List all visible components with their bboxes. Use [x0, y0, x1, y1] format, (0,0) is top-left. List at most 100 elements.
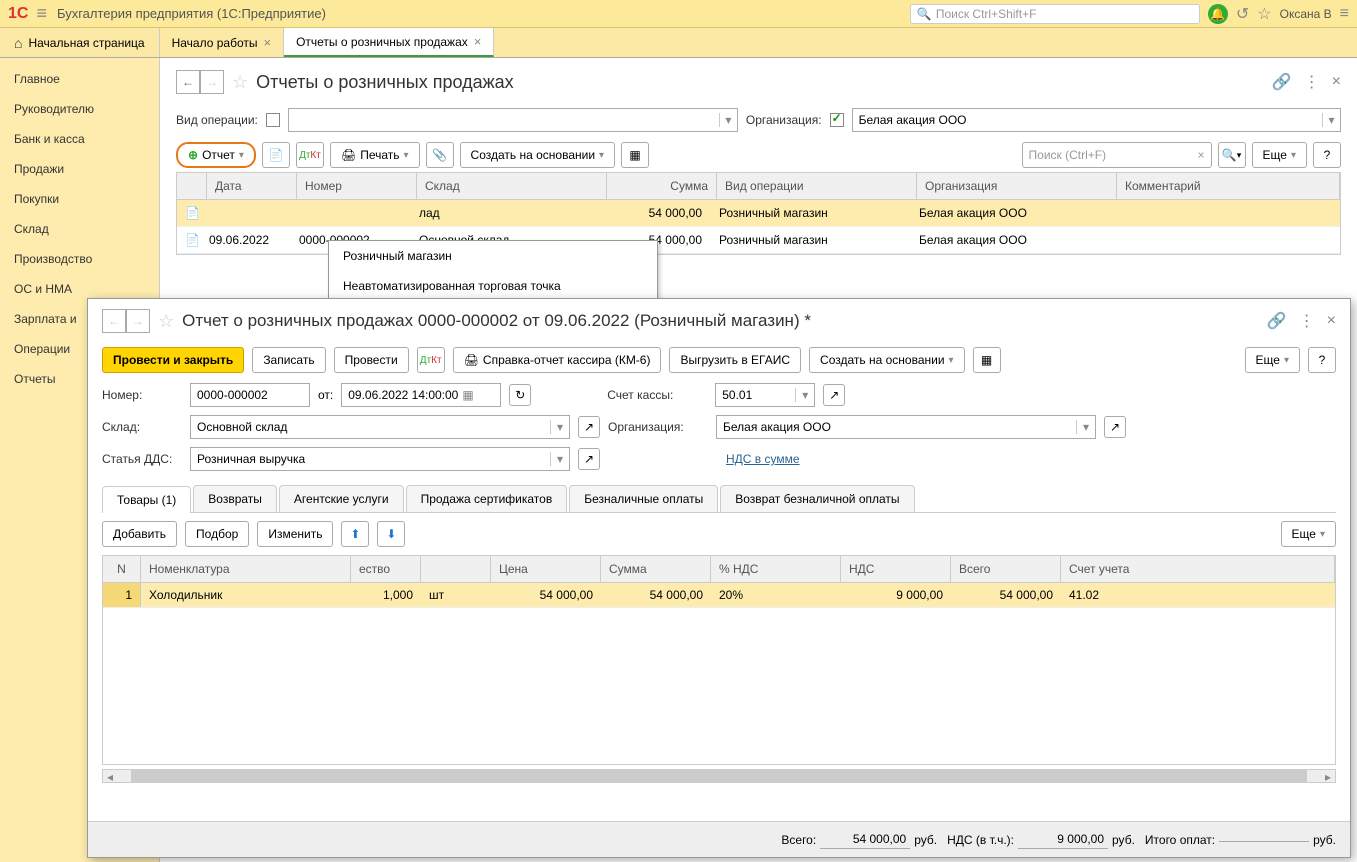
hamburger-icon[interactable]: ≡	[36, 3, 47, 24]
egais-button[interactable]: Выгрузить в ЕГАИС	[669, 347, 801, 373]
structure-button[interactable]: ▦	[621, 142, 649, 168]
global-search[interactable]: 🔍 Поиск Ctrl+Shift+F	[910, 4, 1200, 24]
back-button[interactable]: ←	[176, 70, 200, 94]
filter-org-checkbox[interactable]	[830, 113, 844, 127]
dtkt-button[interactable]: ДтКт	[296, 142, 324, 168]
col-unit[interactable]	[421, 556, 491, 582]
input-org[interactable]: Белая акация ООО▾	[716, 415, 1096, 439]
filter-operation-checkbox[interactable]	[266, 113, 280, 127]
create-based-button[interactable]: Создать на основании ▾	[460, 142, 616, 168]
grid-col-wh[interactable]: Склад	[417, 173, 607, 199]
help-button[interactable]: ?	[1308, 347, 1336, 373]
print-button[interactable]: 🖨 Печать ▾	[330, 142, 420, 168]
tab-home[interactable]: ⌂ Начальная страница	[0, 28, 160, 57]
open-button[interactable]: ↗	[578, 416, 600, 438]
post-button[interactable]: Провести	[334, 347, 409, 373]
col-nom[interactable]: Номенклатура	[141, 556, 351, 582]
move-up-button[interactable]: ⬆	[341, 521, 369, 547]
horizontal-scrollbar[interactable]: ◂▸	[102, 769, 1336, 783]
kebab-icon[interactable]: ⋮	[1304, 72, 1320, 92]
post-close-button[interactable]: Провести и закрыть	[102, 347, 244, 373]
link-icon[interactable]: 🔗	[1267, 311, 1287, 331]
col-price[interactable]: Цена	[491, 556, 601, 582]
filter-org-combo[interactable]: Белая акация ООО▾	[852, 108, 1341, 132]
col-nds[interactable]: НДС	[841, 556, 951, 582]
structure-button[interactable]: ▦	[973, 347, 1001, 373]
favorite-icon[interactable]: ☆	[232, 72, 248, 93]
user-name[interactable]: Оксана В	[1280, 7, 1332, 21]
nav-production[interactable]: Производство	[0, 244, 159, 274]
close-modal-icon[interactable]: ×	[1327, 312, 1336, 330]
tab-cashless-return[interactable]: Возврат безналичной оплаты	[720, 485, 914, 512]
grid-col-oper[interactable]: Вид операции	[717, 173, 917, 199]
forward-button[interactable]: →	[200, 70, 224, 94]
dtkt-button[interactable]: ДтКт	[417, 347, 445, 373]
col-ndspct[interactable]: % НДС	[711, 556, 841, 582]
grid-search[interactable]: Поиск (Ctrl+F) ×	[1022, 142, 1212, 168]
col-sum[interactable]: Сумма	[601, 556, 711, 582]
select-button[interactable]: Подбор	[185, 521, 249, 547]
grid-col-org[interactable]: Организация	[917, 173, 1117, 199]
find-button[interactable]: 🔍▾	[1218, 142, 1246, 168]
more-button[interactable]: Еще ▾	[1281, 521, 1336, 547]
add-button[interactable]: Добавить	[102, 521, 177, 547]
dropdown-item-nonauto[interactable]: Неавтоматизированная торговая точка	[329, 271, 657, 301]
settings-icon[interactable]: ≡	[1340, 5, 1349, 23]
col-qty[interactable]: ество	[351, 556, 421, 582]
input-number[interactable]: 0000-000002	[190, 383, 310, 407]
input-dds[interactable]: Розничная выручка▾	[190, 447, 570, 471]
input-warehouse[interactable]: Основной склад▾	[190, 415, 570, 439]
tab-certificates[interactable]: Продажа сертификатов	[406, 485, 568, 512]
nav-sales[interactable]: Продажи	[0, 154, 159, 184]
close-page-icon[interactable]: ×	[1332, 73, 1341, 91]
grid-col-date[interactable]: Дата	[207, 173, 297, 199]
goods-row[interactable]: 1 Холодильник 1,000 шт 54 000,00 54 000,…	[103, 583, 1335, 608]
nav-manager[interactable]: Руководителю	[0, 94, 159, 124]
attach-button[interactable]: 📎	[426, 142, 454, 168]
link-icon[interactable]: 🔗	[1272, 72, 1292, 92]
filter-operation-combo[interactable]: ▾	[288, 108, 738, 132]
tab-cashless[interactable]: Безналичные оплаты	[569, 485, 718, 512]
input-account[interactable]: 50.01▾	[715, 383, 815, 407]
more-button[interactable]: Еще ▾	[1245, 347, 1300, 373]
dropdown-item-retail[interactable]: Розничный магазин	[329, 241, 657, 271]
clear-icon[interactable]: ×	[1198, 148, 1205, 162]
open-button[interactable]: ↗	[578, 448, 600, 470]
nav-purchases[interactable]: Покупки	[0, 184, 159, 214]
open-button[interactable]: ↗	[1104, 416, 1126, 438]
notification-icon[interactable]: 🔔	[1208, 4, 1228, 24]
km6-button[interactable]: 🖨 Справка-отчет кассира (КМ-6)	[453, 347, 662, 373]
grid-col-sum[interactable]: Сумма	[607, 173, 717, 199]
tab-returns[interactable]: Возвраты	[193, 485, 277, 512]
input-date[interactable]: 09.06.2022 14:00:00▦	[341, 383, 501, 407]
col-total[interactable]: Всего	[951, 556, 1061, 582]
tab-agent[interactable]: Агентские услуги	[279, 485, 404, 512]
help-button[interactable]: ?	[1313, 142, 1341, 168]
tab-goods[interactable]: Товары (1)	[102, 486, 191, 513]
refresh-button[interactable]: ↻	[509, 384, 531, 406]
grid-row[interactable]: 📄 лад 54 000,00 Розничный магазин Белая …	[177, 200, 1340, 227]
move-down-button[interactable]: ⬇	[377, 521, 405, 547]
nav-warehouse[interactable]: Склад	[0, 214, 159, 244]
grid-col-num[interactable]: Номер	[297, 173, 417, 199]
nav-bank[interactable]: Банк и касса	[0, 124, 159, 154]
modal-forward-button[interactable]: →	[126, 309, 150, 333]
nds-mode-link[interactable]: НДС в сумме	[726, 452, 800, 466]
close-icon[interactable]: ×	[474, 34, 482, 49]
more-button[interactable]: Еще ▾	[1252, 142, 1307, 168]
create-based-button[interactable]: Создать на основании ▾	[809, 347, 965, 373]
favorite-icon[interactable]: ☆	[158, 311, 174, 332]
col-account[interactable]: Счет учета	[1061, 556, 1335, 582]
modal-back-button[interactable]: ←	[102, 309, 126, 333]
write-button[interactable]: Записать	[252, 347, 325, 373]
close-icon[interactable]: ×	[263, 35, 271, 50]
nav-main[interactable]: Главное	[0, 64, 159, 94]
edit-button[interactable]: Изменить	[257, 521, 333, 547]
tab-retail-reports[interactable]: Отчеты о розничных продажах ×	[284, 28, 494, 57]
history-icon[interactable]: ↺	[1236, 4, 1249, 24]
open-button[interactable]: ↗	[823, 384, 845, 406]
kebab-icon[interactable]: ⋮	[1299, 311, 1315, 331]
tab-start[interactable]: Начало работы ×	[160, 28, 285, 57]
copy-button[interactable]: 📄	[262, 142, 290, 168]
report-button[interactable]: ⊕ Отчет ▾	[176, 142, 256, 168]
